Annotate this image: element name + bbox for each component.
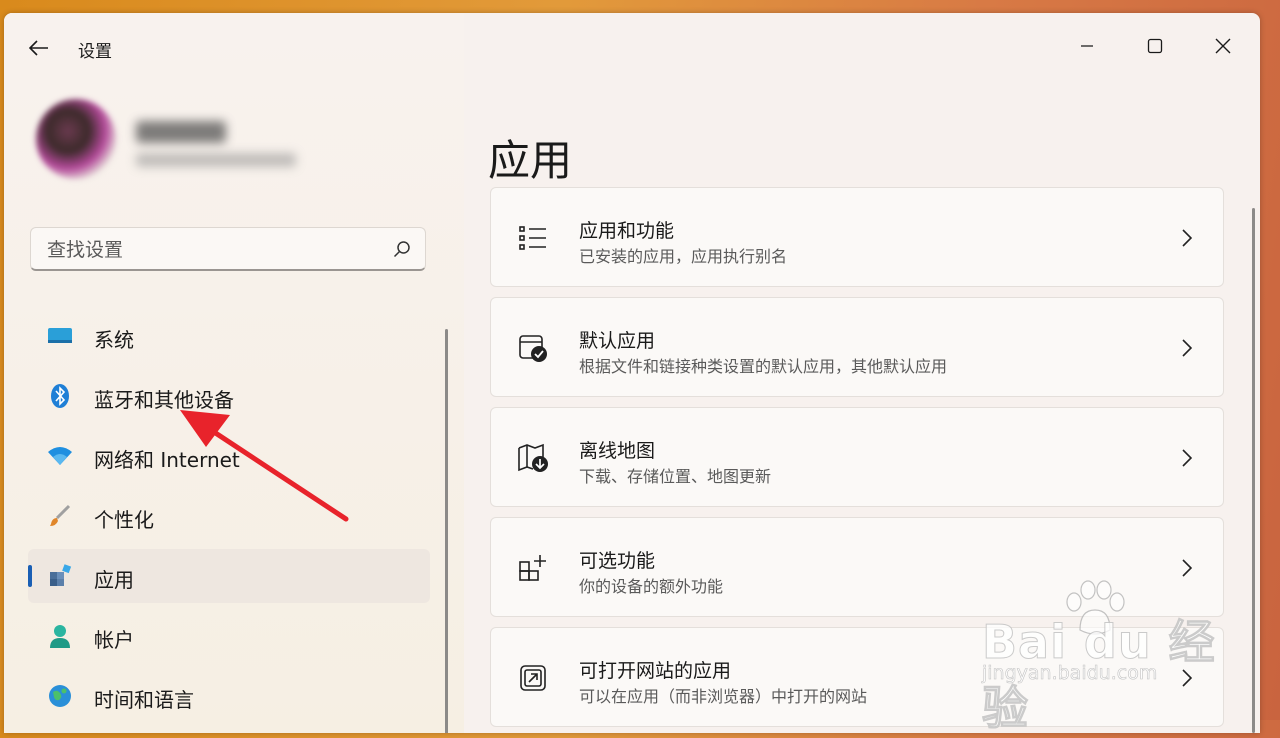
main-scrollbar[interactable] bbox=[1252, 208, 1255, 733]
card-subtitle: 你的设备的额外功能 bbox=[579, 577, 724, 596]
sidebar-item-time-language[interactable]: 时间和语言 bbox=[28, 669, 430, 723]
card-title: 可打开网站的应用 bbox=[579, 660, 732, 682]
card-offline-maps[interactable]: 离线地图 下载、存储位置、地图更新 bbox=[490, 407, 1224, 507]
sidebar-item-personalization[interactable]: 个性化 bbox=[28, 489, 430, 543]
sidebar-scrollbar[interactable] bbox=[445, 329, 448, 733]
sidebar-item-label: 蓝牙和其他设备 bbox=[94, 388, 234, 412]
open-link-icon bbox=[517, 662, 549, 694]
sidebar-nav: 系统 蓝牙和其他设备 网络和 Internet 个性化 应用 帐户 时间和语言 bbox=[28, 309, 430, 729]
globe-icon bbox=[46, 682, 74, 710]
chevron-right-icon bbox=[1177, 446, 1197, 470]
sidebar-item-label: 系统 bbox=[94, 328, 134, 352]
sidebar-item-label: 个性化 bbox=[94, 508, 154, 532]
card-title: 应用和功能 bbox=[579, 220, 675, 242]
sidebar-item-label: 应用 bbox=[94, 568, 134, 592]
account-icon bbox=[46, 622, 74, 650]
sidebar-item-apps[interactable]: 应用 bbox=[28, 549, 430, 603]
title-bar: 设置 bbox=[4, 13, 1260, 73]
bluetooth-icon bbox=[46, 382, 74, 410]
active-indicator bbox=[28, 565, 32, 587]
sidebar-item-bluetooth[interactable]: 蓝牙和其他设备 bbox=[28, 369, 430, 423]
maximize-icon bbox=[1147, 38, 1163, 54]
sidebar-item-system[interactable]: 系统 bbox=[28, 309, 430, 363]
chevron-right-icon bbox=[1177, 556, 1197, 580]
sidebar-item-accounts[interactable]: 帐户 bbox=[28, 609, 430, 663]
card-default-apps[interactable]: 默认应用 根据文件和链接种类设置的默认应用，其他默认应用 bbox=[490, 297, 1224, 397]
card-subtitle: 可以在应用（而非浏览器）中打开的网站 bbox=[579, 687, 868, 706]
card-subtitle: 已安装的应用，应用执行别名 bbox=[579, 247, 788, 266]
avatar[interactable] bbox=[36, 99, 116, 179]
map-download-icon bbox=[517, 442, 549, 474]
back-arrow-icon bbox=[29, 40, 48, 56]
back-button[interactable] bbox=[24, 33, 54, 63]
minimize-button[interactable] bbox=[1054, 23, 1120, 69]
sidebar-item-label: 帐户 bbox=[94, 628, 134, 652]
page-title: 应用 bbox=[488, 136, 573, 186]
maximize-button[interactable] bbox=[1122, 23, 1188, 69]
card-apps-features[interactable]: 应用和功能 已安装的应用，应用执行别名 bbox=[490, 187, 1224, 287]
apps-icon bbox=[46, 562, 74, 590]
card-title: 可选功能 bbox=[579, 550, 656, 572]
search-icon[interactable] bbox=[393, 240, 411, 258]
chevron-right-icon bbox=[1177, 226, 1197, 250]
minimize-icon bbox=[1081, 45, 1093, 47]
system-icon bbox=[46, 322, 74, 350]
search-input[interactable] bbox=[45, 236, 369, 264]
close-icon bbox=[1215, 38, 1231, 54]
baidu-watermark: Bai du 经验 jingyan.baidu.com bbox=[982, 580, 1252, 736]
sidebar-item-label: 网络和 Internet bbox=[94, 448, 240, 472]
default-app-icon bbox=[517, 332, 549, 364]
brush-icon bbox=[46, 502, 74, 530]
sidebar-item-network[interactable]: 网络和 Internet bbox=[28, 429, 430, 483]
sidebar-item-label: 时间和语言 bbox=[94, 688, 194, 712]
card-subtitle: 下载、存储位置、地图更新 bbox=[579, 467, 772, 486]
wifi-icon bbox=[46, 442, 74, 470]
add-feature-icon bbox=[517, 552, 549, 584]
card-subtitle: 根据文件和链接种类设置的默认应用，其他默认应用 bbox=[579, 357, 948, 376]
watermark-url: jingyan.baidu.com bbox=[982, 662, 1158, 685]
profile-email-blurred bbox=[136, 153, 296, 167]
close-button[interactable] bbox=[1190, 23, 1256, 69]
chevron-right-icon bbox=[1177, 336, 1197, 360]
profile-name-blurred bbox=[136, 121, 226, 143]
list-icon bbox=[517, 222, 549, 254]
search-box[interactable] bbox=[30, 227, 426, 271]
card-title: 离线地图 bbox=[579, 440, 656, 462]
window-title: 设置 bbox=[78, 42, 112, 62]
card-title: 默认应用 bbox=[579, 330, 656, 352]
